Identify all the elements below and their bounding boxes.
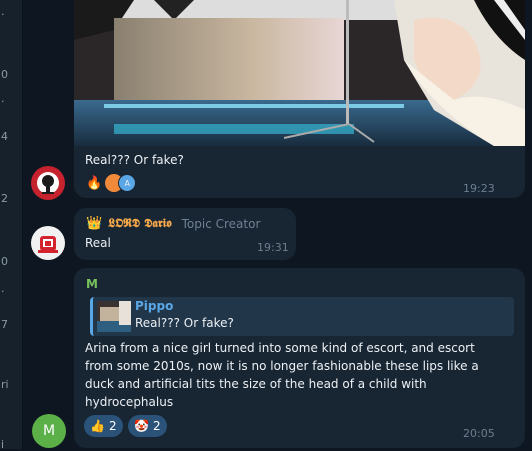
photo-image (74, 0, 525, 146)
list-fragment: · (1, 95, 5, 108)
message-time: 20:05 (463, 427, 495, 440)
thumbs-up-icon: 👍 (90, 419, 105, 433)
list-fragment: i (1, 438, 5, 451)
list-fragment: ri (1, 378, 9, 391)
crown-icon: 👑 (86, 216, 103, 231)
crest-avatar-icon (32, 227, 64, 259)
message-text-line: Arina from a nice girl turned into some … (85, 341, 475, 355)
quote-text: Real??? Or fake? (135, 316, 234, 330)
list-fragment: 0 (1, 255, 8, 268)
message-time: 19:31 (257, 241, 289, 254)
reactor-avatar: A (118, 174, 137, 192)
list-fragment: 7 (1, 318, 8, 331)
message-text-line: hydrocephalus (85, 395, 174, 409)
message-time: 19:23 (463, 182, 495, 195)
fire-reaction-icon[interactable]: 🔥 (86, 176, 102, 191)
reaction-clown[interactable]: 🤡 2 (128, 415, 167, 437)
chat-list-edge: · 0 · 4 2 0 · 7 ri i (0, 0, 23, 451)
reply-quote[interactable]: Pippo Real??? Or fake? (90, 297, 514, 336)
message-text-line: duck and artificial tits the size of the… (85, 377, 427, 391)
reaction-count: 2 (108, 419, 117, 433)
avatar[interactable]: M (32, 414, 66, 448)
message-text: Real (85, 236, 111, 250)
list-fragment: · (1, 285, 5, 298)
quote-thumbnail (97, 301, 131, 332)
message-photo[interactable] (74, 0, 525, 146)
message-text: Real??? Or fake? (85, 153, 184, 167)
list-fragment: 4 (1, 130, 8, 143)
sender-name[interactable]: M (86, 277, 98, 291)
sender-role: Topic Creator (181, 216, 261, 231)
sender-name[interactable]: 𝕷𝕺𝕽𝕯 𝕯𝖆𝖗𝖎𝖔 (108, 216, 171, 231)
reaction-count: 2 (152, 419, 161, 433)
message-text-line: from some 2010s, now it is no longer fas… (85, 359, 479, 373)
reaction-thumbs-up[interactable]: 👍 2 (84, 415, 123, 437)
sender-line: 👑 𝕷𝕺𝕽𝕯 𝕯𝖆𝖗𝖎𝖔 Topic Creator (86, 216, 260, 231)
avatar[interactable] (31, 226, 65, 260)
skull-logo-icon (32, 167, 64, 199)
avatar[interactable] (31, 166, 65, 200)
chat-area: Real??? Or fake? 🔥 A 19:23 👑 𝕷𝕺𝕽𝕯 𝕯𝖆𝖗𝖎𝖔 … (22, 0, 532, 449)
list-fragment: 2 (1, 192, 8, 205)
avatar-initial: M (42, 423, 56, 439)
quote-author: Pippo (135, 299, 174, 313)
clown-icon: 🤡 (134, 419, 149, 433)
reaction-row[interactable]: 🔥 A (86, 173, 137, 193)
list-fragment: · (1, 8, 5, 21)
list-fragment: 0 (1, 68, 8, 81)
